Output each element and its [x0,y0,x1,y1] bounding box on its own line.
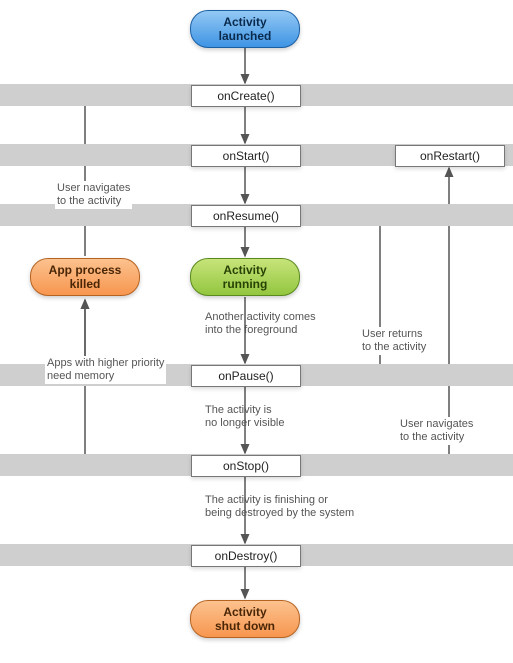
text: no longer visible [205,417,285,429]
label: Activity [191,263,299,277]
state-app-process-killed: App process killed [30,258,140,296]
note-user-navigates-to-activity: User navigates to the activity [55,181,132,209]
text: User returns [362,328,423,340]
note-user-navigates-back: User navigates to the activity [398,417,475,445]
text: The activity is finishing or [205,494,328,506]
note-no-longer-visible: The activity is no longer visible [203,403,287,431]
method-oncreate: onCreate() [191,85,301,107]
note-another-activity-foreground: Another activity comes into the foregrou… [203,310,318,338]
label: shut down [191,619,299,633]
note-user-returns: User returns to the activity [360,327,428,355]
text: User navigates [57,182,130,194]
label: running [191,277,299,291]
label: launched [191,29,299,43]
state-activity-launched: Activity launched [190,10,300,48]
method-onstop: onStop() [191,455,301,477]
method-onpause: onPause() [191,365,301,387]
method-onstart: onStart() [191,145,301,167]
method-ondestroy: onDestroy() [191,545,301,567]
text: User navigates [400,418,473,430]
label: killed [31,277,139,291]
method-onrestart: onRestart() [395,145,505,167]
method-onresume: onResume() [191,205,301,227]
note-higher-priority: Apps with higher priority need memory [45,356,166,384]
text: being destroyed by the system [205,507,354,519]
text: to the activity [57,195,121,207]
text: to the activity [362,341,426,353]
state-activity-running: Activity running [190,258,300,296]
text: The activity is [205,404,272,416]
label: Activity [191,605,299,619]
text: to the activity [400,431,464,443]
note-finishing: The activity is finishing or being destr… [203,493,356,521]
text: Apps with higher priority [47,357,164,369]
label: App process [31,263,139,277]
text: into the foreground [205,324,297,336]
activity-lifecycle-diagram: Activity launched Activity running App p… [0,0,513,663]
text: need memory [47,370,114,382]
state-activity-shutdown: Activity shut down [190,600,300,638]
text: Another activity comes [205,311,316,323]
label: Activity [191,15,299,29]
